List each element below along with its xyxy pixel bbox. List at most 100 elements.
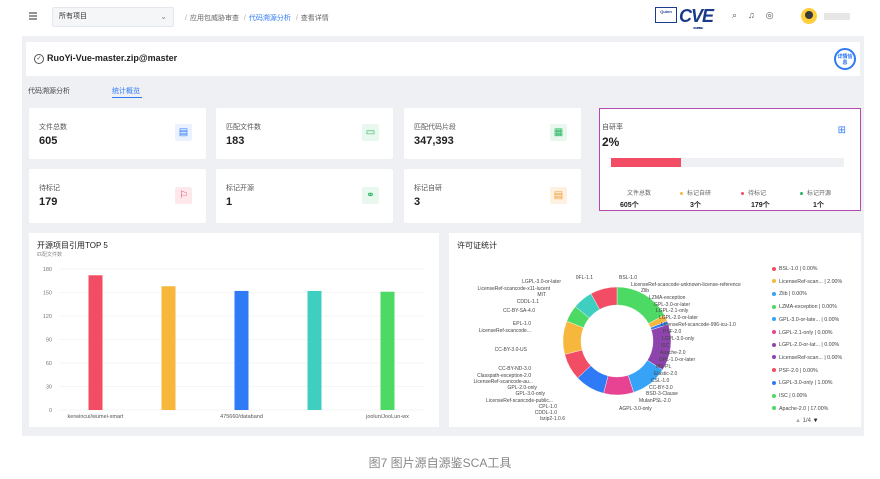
chevron-down-icon: ⌄ bbox=[160, 12, 167, 21]
license-legend-item[interactable]: LGPL-3.0-only | 1.00% bbox=[772, 380, 833, 386]
stat-value: 605 bbox=[39, 135, 58, 147]
callout-label: CDDL-1.1 bbox=[517, 299, 539, 305]
callout-label: MS-PL bbox=[656, 364, 672, 370]
callout-label: LicenseRef-scancode-996-icu-1.0 bbox=[661, 322, 736, 328]
license-legend-item[interactable]: LicenseRef-scan... | 0.00% bbox=[772, 355, 842, 361]
flag-icon: ⚐ bbox=[175, 187, 192, 204]
pager-up-icon[interactable]: ▲ bbox=[795, 418, 801, 424]
help-icon[interactable]: ◎ bbox=[766, 10, 774, 21]
self-dev-rate-card: 自研率 2% ⊞ 文件总数 标记自研 待标记 标记开源 605个 3个 179个… bbox=[599, 108, 861, 211]
callout-label: LGPL-3.0-or-later bbox=[522, 279, 561, 285]
license-legend-item[interactable]: ISC | 0.00% bbox=[772, 393, 807, 399]
stat-label: 标记开源 bbox=[226, 185, 254, 192]
stat-label: 待标记 bbox=[39, 185, 60, 192]
bar-4 bbox=[307, 290, 322, 410]
rate-label: 自研率 bbox=[602, 124, 623, 131]
license-legend-item[interactable]: LicenseRef-scan... | 2.00% bbox=[772, 279, 842, 285]
stat-value: 3 bbox=[414, 196, 421, 208]
callout-label: BSL-1.0 bbox=[619, 275, 637, 281]
bar-5 bbox=[380, 291, 395, 410]
tab-bar: 代码溯源分析 统计概览 bbox=[26, 80, 860, 102]
y-tick-label: 30 bbox=[46, 385, 52, 391]
legend-selfdev-value: 3个 bbox=[690, 202, 701, 209]
project-header: ✓ RuoYi-Vue-master.zip@master 详情信息 bbox=[26, 42, 860, 76]
folder-icon: ▭ bbox=[362, 124, 379, 141]
project-select-label: 所有项目 bbox=[59, 13, 87, 20]
bar-3 bbox=[234, 290, 249, 410]
callout-label: LGPL-2.0-or-later bbox=[659, 315, 698, 321]
figure-caption: 图7 图片源自源鉴SCA工具 bbox=[368, 456, 512, 470]
callout-label: CC-BY-3.0-US bbox=[495, 347, 528, 353]
stat-value: 347,393 bbox=[414, 135, 454, 147]
legend-pager: ▲ 1/4 ▼ bbox=[795, 418, 819, 424]
legend-pending: 待标记 bbox=[741, 188, 766, 197]
bell-icon[interactable]: ♫ bbox=[748, 10, 755, 21]
callout-label: LZMA-exception bbox=[649, 295, 686, 301]
callout-label: bzip2-1.0.6 bbox=[540, 416, 565, 422]
bar-2 bbox=[161, 286, 176, 410]
active-tab-indicator bbox=[112, 97, 142, 98]
avatar[interactable] bbox=[801, 8, 817, 24]
stat-label: 标记自研 bbox=[414, 185, 442, 192]
breadcrumb-item-2[interactable]: 代码溯源分析 bbox=[249, 15, 291, 22]
callout-label: CC-BY-SA-4.0 bbox=[503, 308, 535, 314]
breadcrumb: / 应用包威胁审查 / 代码溯源分析 / 查看详情 bbox=[185, 15, 329, 22]
project-title: RuoYi-Vue-master.zip@master bbox=[47, 53, 178, 63]
stat-card-matched-files: 匹配文件数 183 ▭ bbox=[216, 108, 393, 159]
link-icon: ⚭ bbox=[362, 187, 379, 204]
license-legend-item[interactable]: LGPL-2.0-or-lat... | 0.00% bbox=[772, 342, 839, 348]
y-tick-label: 120 bbox=[43, 314, 52, 320]
x-tick-label: kerwincui/wumei-smart bbox=[68, 414, 124, 420]
license-legend-item[interactable]: BSL-1.0 | 0.00% bbox=[772, 266, 817, 272]
license-legend-item[interactable]: Zlib | 0.00% bbox=[772, 291, 807, 297]
callout-label: BSD-3-Clause bbox=[646, 391, 678, 397]
stat-label: 匹配文件数 bbox=[226, 124, 261, 131]
doc-icon: ▤ bbox=[550, 187, 567, 204]
legend-selfdev: 标记自研 bbox=[680, 188, 711, 197]
menu-icon[interactable] bbox=[28, 11, 38, 21]
stat-card-pending: 待标记 179 ⚐ bbox=[29, 169, 206, 223]
project-select[interactable]: 所有项目 ⌄ bbox=[52, 7, 174, 27]
file-icon: ▤ bbox=[175, 124, 192, 141]
x-tick-label: joolun/JooLun-wx bbox=[365, 414, 409, 420]
callout-label: EPL-1.0 bbox=[513, 321, 531, 327]
detail-button[interactable]: 详情信息 bbox=[834, 48, 856, 70]
tab-stats-overview[interactable]: 统计概览 bbox=[112, 86, 140, 96]
tab-code-trace[interactable]: 代码溯源分析 bbox=[28, 86, 70, 96]
pager-text: 1/4 bbox=[802, 418, 811, 424]
license-legend-item[interactable]: GPL-3.0-or-late... | 0.00% bbox=[772, 317, 839, 323]
pager-down-icon[interactable]: ▼ bbox=[813, 418, 819, 424]
callout-label: LGPL-2.1-only bbox=[656, 308, 689, 314]
legend-opensource: 标记开源 bbox=[800, 188, 831, 197]
stat-label: 匹配代码片段 bbox=[414, 124, 456, 131]
cve-logo: CVE COMPATIBLE bbox=[679, 6, 714, 30]
callout-label: Elastic-2.0 bbox=[654, 371, 678, 377]
license-legend-item[interactable]: LGPL-2.1-only | 0.00% bbox=[772, 330, 833, 336]
y-tick-label: 150 bbox=[43, 291, 52, 297]
breadcrumb-item-1[interactable]: 应用包威胁审查 bbox=[190, 15, 239, 22]
y-tick-label: 180 bbox=[43, 267, 52, 273]
callout-label: 0FL-1.1 bbox=[576, 275, 593, 281]
legend-opensource-value: 1个 bbox=[813, 202, 824, 209]
license-legend-item[interactable]: Apache-2.0 | 17.00% bbox=[772, 406, 828, 412]
license-legend-item[interactable]: LZMA-exception | 0.00% bbox=[772, 304, 837, 310]
rate-value: 2% bbox=[602, 135, 620, 149]
callout-label: Zlib bbox=[641, 288, 649, 294]
stat-label: 文件总数 bbox=[39, 124, 67, 131]
y-tick-label: 60 bbox=[46, 361, 52, 367]
stat-card-marked-opensource: 标记开源 1 ⚭ bbox=[216, 169, 393, 223]
license-legend-item[interactable]: PSF-2.0 | 0.00% bbox=[772, 368, 818, 374]
rate-progress-fill bbox=[611, 158, 681, 167]
callout-label: MulanPSL-2.0 bbox=[639, 398, 671, 404]
check-circle-icon: ✓ bbox=[34, 54, 44, 64]
callout-label: Apache-2.0 bbox=[660, 350, 686, 356]
top5-panel: 开源项目引用TOP 5 匹配文件数 0 30 60 90 120 150 180 kerwin… bbox=[29, 233, 439, 427]
donut-slice-6 bbox=[603, 374, 634, 396]
grid-icon[interactable]: ⊞ bbox=[838, 125, 846, 136]
rate-progress-bar bbox=[611, 158, 844, 167]
callout-label: GPL-1.0-or-later bbox=[659, 357, 695, 363]
search-icon[interactable]: ⌕ bbox=[732, 10, 737, 21]
legend-total: 文件总数 bbox=[620, 188, 651, 197]
stat-value: 1 bbox=[226, 196, 233, 208]
stat-value: 183 bbox=[226, 135, 245, 147]
